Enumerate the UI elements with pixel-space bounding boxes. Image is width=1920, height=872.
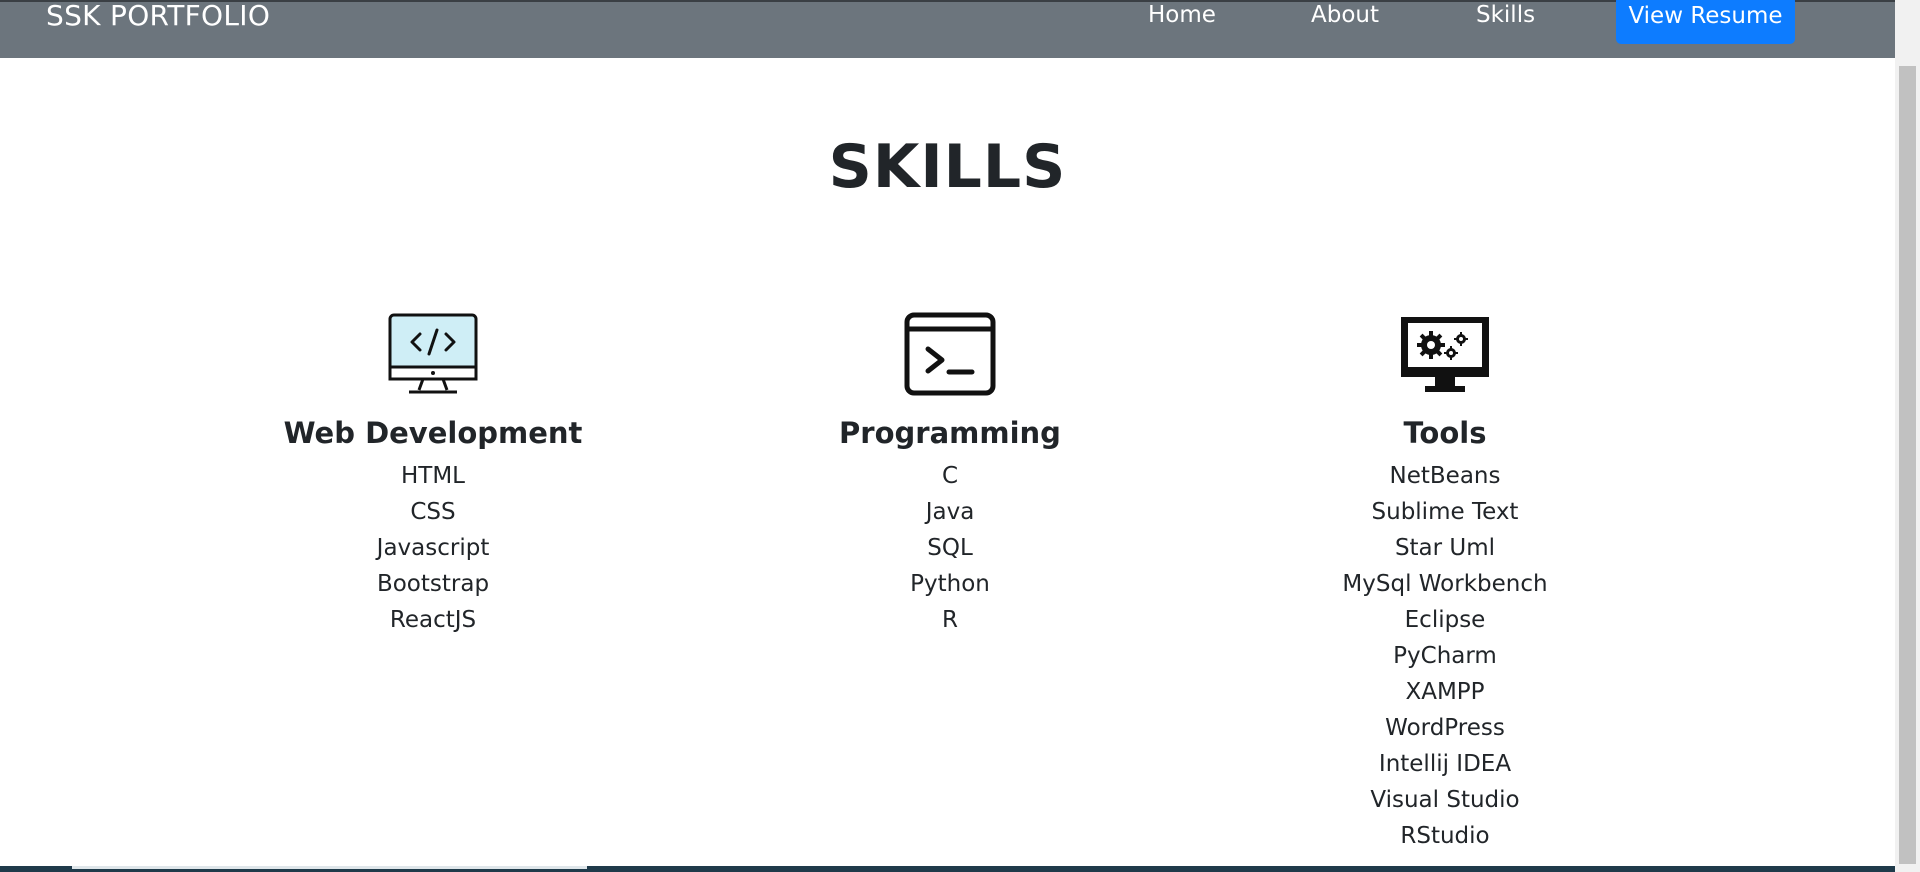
bottom-section-edge-highlight bbox=[72, 866, 587, 869]
vertical-scrollbar[interactable] bbox=[1895, 0, 1920, 872]
skill-item: Javascript bbox=[376, 535, 490, 561]
skill-item: NetBeans bbox=[1389, 463, 1501, 489]
skill-item: HTML bbox=[400, 463, 465, 489]
skill-item: ReactJS bbox=[389, 607, 477, 633]
skill-item: Eclipse bbox=[1404, 607, 1486, 633]
monitor-code-icon bbox=[388, 313, 478, 394]
skill-item: R bbox=[942, 607, 958, 633]
skill-column-web-development: Web Development HTML CSS Javascript Boot… bbox=[263, 312, 603, 638]
skill-item: CSS bbox=[410, 499, 456, 525]
view-resume-button[interactable]: View Resume bbox=[1616, 0, 1795, 44]
skill-item: WordPress bbox=[1385, 715, 1505, 741]
skill-list: HTML CSS Javascript Bootstrap ReactJS bbox=[263, 458, 603, 638]
nav-home-link[interactable]: Home bbox=[1148, 2, 1216, 28]
skill-item: Python bbox=[910, 571, 990, 597]
skill-item: SQL bbox=[927, 535, 973, 561]
skill-column-programming: Programming C Java SQL Python R bbox=[780, 312, 1120, 638]
skill-item: Visual Studio bbox=[1370, 787, 1520, 813]
skill-item: C bbox=[941, 463, 959, 489]
skill-column-tools: Tools NetBeans Sublime Text Star Uml MyS… bbox=[1275, 312, 1615, 854]
page: SSK PORTFOLIO Home About Skills View Res… bbox=[0, 0, 1920, 872]
nav-skills-link[interactable]: Skills bbox=[1476, 2, 1535, 28]
skill-list: NetBeans Sublime Text Star Uml MySql Wor… bbox=[1275, 458, 1615, 854]
skill-item: Star Uml bbox=[1394, 535, 1496, 561]
skill-item: Java bbox=[925, 499, 975, 525]
skill-list: C Java SQL Python R bbox=[780, 458, 1120, 638]
column-heading: Tools bbox=[1403, 416, 1487, 450]
skill-item: XAMPP bbox=[1405, 679, 1485, 705]
skill-item: RStudio bbox=[1400, 823, 1490, 849]
column-heading: Web Development bbox=[283, 416, 583, 450]
brand-logo[interactable]: SSK PORTFOLIO bbox=[46, 0, 270, 32]
skill-item: PyCharm bbox=[1393, 643, 1497, 669]
navbar: SSK PORTFOLIO Home About Skills View Res… bbox=[0, 0, 1895, 58]
skill-item: Intellij IDEA bbox=[1378, 751, 1512, 777]
nav-about-link[interactable]: About bbox=[1311, 2, 1379, 28]
terminal-icon bbox=[904, 312, 996, 396]
monitor-gears-icon bbox=[1401, 317, 1489, 392]
column-heading: Programming bbox=[839, 416, 1061, 450]
page-title: SKILLS bbox=[828, 132, 1067, 202]
scrollbar-thumb[interactable] bbox=[1899, 66, 1916, 864]
skill-item: Sublime Text bbox=[1371, 499, 1519, 525]
skill-item: MySql Workbench bbox=[1342, 571, 1548, 597]
skill-item: Bootstrap bbox=[376, 571, 490, 597]
